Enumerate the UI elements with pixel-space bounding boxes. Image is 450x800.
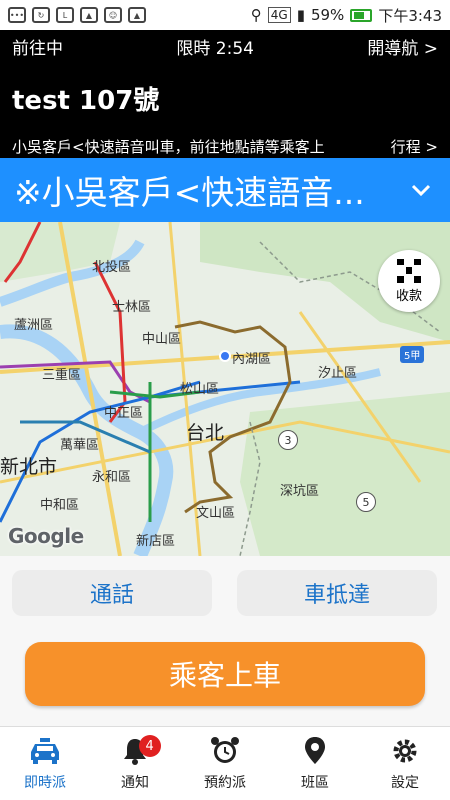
time-limit: 限時 2:54 <box>176 39 254 59</box>
map-label: 三重區 <box>42 368 82 383</box>
qr-label: 收款 <box>395 288 422 304</box>
google-logo: Google <box>8 524 84 548</box>
map-label: 內湖區 <box>232 352 272 367</box>
gear-icon <box>389 736 421 766</box>
trip-header: 前往中 限時 2:54 開導航 > test 107號 小吳客戶<快速語音叫車，… <box>0 30 450 158</box>
map-label: 永和區 <box>92 470 132 485</box>
map-view[interactable]: 北投區 士林區 蘆洲區 中山區 內湖區 汐止區 三重區 松山區 中正區 萬華區 … <box>0 222 450 556</box>
map-label: 深坑區 <box>280 484 320 499</box>
signal-icon: ▮ <box>296 6 305 24</box>
call-button[interactable]: 通話 <box>12 570 212 616</box>
navigate-button[interactable]: 開導航 > <box>367 34 438 59</box>
map-label: 文山區 <box>196 506 236 521</box>
nav-item-instant-dispatch[interactable]: 即時派 <box>0 727 90 800</box>
location-icon: ⚲ <box>250 6 262 24</box>
taxi-icon <box>29 736 61 766</box>
map-label: 中和區 <box>40 498 80 513</box>
map-city-label: 台北 <box>186 422 225 444</box>
location-pin-icon <box>299 736 331 766</box>
vehicle-title: test 107號 <box>12 86 160 116</box>
nav-label: 即時派 <box>24 774 66 791</box>
bottom-navigation: 即時派 4 通知 預約派 班區 設定 <box>0 726 450 800</box>
map-city-label: 新北市 <box>0 456 58 478</box>
app-icon: ▲ <box>128 7 146 23</box>
clock: 下午3:43 <box>378 6 442 25</box>
highway-shield: 3 <box>278 430 298 450</box>
map-label: 蘆洲區 <box>14 318 54 333</box>
image-icon: ▲ <box>80 7 98 23</box>
alarm-clock-icon <box>209 736 241 766</box>
nav-label: 班區 <box>301 774 329 791</box>
status-bar: ••• ↻ L ▲ ☺ ▲ ⚲ 4G ▮ 59% 下午3:43 <box>0 0 450 30</box>
arrived-button[interactable]: 車抵達 <box>237 570 437 616</box>
nav-item-zone[interactable]: 班區 <box>270 727 360 800</box>
map-label: 汐止區 <box>318 366 358 381</box>
map-label: 中正區 <box>104 406 144 421</box>
map-label: 北投區 <box>92 260 132 275</box>
nav-label: 通知 <box>121 774 149 791</box>
nav-label: 預約派 <box>204 774 246 791</box>
nav-item-settings[interactable]: 設定 <box>360 727 450 800</box>
map-label: 松山區 <box>180 382 220 397</box>
map-label: 士林區 <box>112 300 152 315</box>
notification-icons: ••• ↻ L ▲ ☺ ▲ <box>8 7 146 23</box>
trip-status: 前往中 <box>12 39 63 59</box>
map-label: 新店區 <box>136 534 176 549</box>
qr-payment-button[interactable]: 收款 <box>378 250 440 312</box>
map-label: 中山區 <box>142 332 182 347</box>
battery-icon <box>350 8 373 22</box>
banner-text: ※小吳客戶<快速語音... <box>14 173 365 212</box>
battery-percent: 59% <box>310 6 345 24</box>
customer-message: 小吳客戶<快速語音叫車，前往地點請等乘客上 <box>12 138 325 156</box>
chevron-down-icon[interactable] <box>406 175 436 205</box>
qr-code-icon <box>397 258 421 283</box>
current-location-dot <box>219 350 231 362</box>
nav-item-notifications[interactable]: 4 通知 <box>90 727 180 800</box>
messenger-icon: ••• <box>8 7 26 23</box>
network-type: 4G <box>267 7 291 23</box>
line-icon: L <box>56 7 74 23</box>
avatar-icon: ☺ <box>104 7 122 23</box>
customer-banner[interactable]: ※小吳客戶<快速語音... <box>0 158 450 222</box>
passenger-boarded-button[interactable]: 乘客上車 <box>25 642 425 706</box>
nav-label: 設定 <box>391 774 419 791</box>
highway-shield: 5 <box>356 492 376 512</box>
route-tag: 5甲 <box>400 346 425 363</box>
map-label: 萬華區 <box>60 438 100 453</box>
notification-badge: 4 <box>138 735 161 757</box>
nav-item-reservation[interactable]: 預約派 <box>180 727 270 800</box>
action-panel: 通話 車抵達 乘客上車 <box>0 556 450 726</box>
trip-details-button[interactable]: 行程 > <box>391 136 438 157</box>
sync-icon: ↻ <box>32 7 50 23</box>
